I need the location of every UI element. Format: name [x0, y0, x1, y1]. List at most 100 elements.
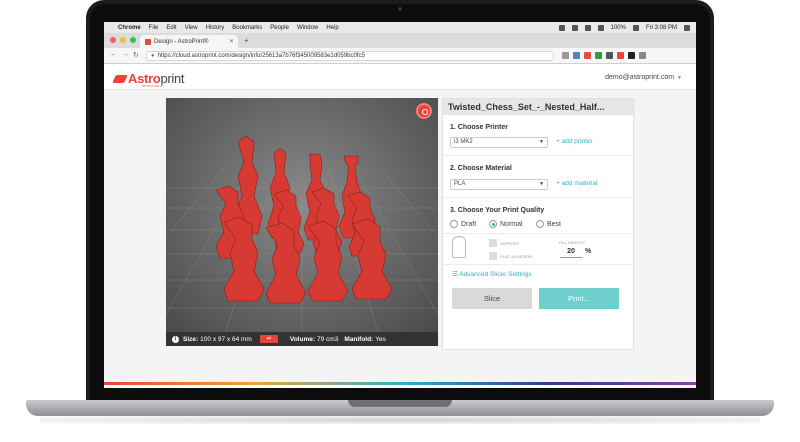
design-title: Twisted_Chess_Set_-_Nested_Half...	[443, 99, 635, 115]
menu-bookmarks[interactable]: Bookmarks	[232, 25, 262, 31]
advanced-settings-label: Advanced Slicer Settings	[459, 271, 532, 278]
minimize-window-icon[interactable]	[120, 37, 126, 43]
star-icon[interactable]	[562, 52, 569, 59]
laptop-notch	[348, 400, 452, 407]
volume-value: 79 cm3	[317, 335, 339, 343]
radio-draft[interactable]	[450, 220, 458, 228]
menu-edit[interactable]: Edit	[166, 25, 176, 31]
extension-icon[interactable]	[617, 52, 624, 59]
menu-icon[interactable]	[639, 52, 646, 59]
extension-icon[interactable]	[606, 52, 613, 59]
material-heading: 2. Choose Material	[450, 165, 512, 172]
forward-icon[interactable]: →	[122, 51, 129, 58]
astroprint-favicon-icon	[145, 38, 151, 45]
chevron-down-icon: ▼	[539, 139, 544, 145]
advanced-settings-link[interactable]: ☰ Advanced Slicer Settings	[452, 270, 532, 278]
print-button[interactable]: Print...	[539, 288, 619, 309]
menu-people[interactable]: People	[270, 25, 289, 31]
manifold-value: Yes	[375, 335, 386, 343]
new-tab-icon[interactable]: +	[244, 36, 249, 45]
dropbox-icon[interactable]	[571, 24, 578, 31]
size-value: 100 x 97 x 64 mm	[200, 335, 252, 343]
chess-pieces	[215, 135, 393, 304]
user-menu[interactable]: demo@astroprint.com ▼	[605, 74, 682, 81]
chess-pawn	[351, 218, 393, 300]
plat-adhesion-checkbox[interactable]	[489, 252, 497, 260]
chess-pawn	[265, 222, 307, 304]
model-info-bar: i Size: 100 x 97 x 64 mm ⇄ Volume: 79 cm…	[166, 332, 438, 346]
reload-icon[interactable]: ↻	[133, 51, 139, 59]
tab-strip: Design - AstroPrint® ✕ +	[104, 33, 696, 48]
logo-text-grey: print	[160, 71, 185, 86]
url-text: https://cloud.astroprint.com/design/info…	[157, 53, 365, 59]
plat-adhesion-toggle[interactable]: PLAT. ADHESION	[489, 252, 532, 260]
clock[interactable]: Fri 3:08 PM	[646, 25, 677, 31]
tab-design[interactable]: Design - AstroPrint® ✕	[140, 35, 238, 48]
extension-icon[interactable]	[628, 52, 635, 59]
url-field[interactable]: ● https://cloud.astroprint.com/design/in…	[146, 51, 554, 61]
back-icon[interactable]: ←	[110, 51, 117, 58]
manifold-label: Manifold:	[344, 335, 374, 343]
screen: Chrome File Edit View History Bookmarks …	[104, 22, 696, 388]
search-icon[interactable]	[684, 24, 690, 31]
menu-history[interactable]: History	[206, 25, 225, 31]
battery-percent: 100%	[610, 24, 626, 31]
footer-color-bar	[104, 382, 696, 385]
view-options-button[interactable]	[416, 103, 432, 119]
support-toggle[interactable]: SUPPORT	[489, 239, 519, 247]
quality-normal[interactable]: Normal	[489, 220, 523, 228]
scale-button[interactable]: ⇄	[259, 335, 278, 343]
window-controls	[110, 37, 136, 43]
volume-icon[interactable]	[597, 24, 604, 31]
address-bar: ← → ↻ ● https://cloud.astroprint.com/des…	[104, 48, 696, 64]
material-selected: PLA	[454, 181, 466, 187]
printer-select[interactable]: i3 MK2 ▼	[450, 137, 548, 148]
chevron-down-icon: ▼	[539, 181, 544, 187]
menu-file[interactable]: File	[149, 25, 159, 31]
support-checkbox[interactable]	[489, 239, 497, 247]
add-material-link[interactable]: + add material	[556, 180, 597, 187]
quality-normal-label: Normal	[500, 220, 523, 228]
menu-window[interactable]: Window	[297, 25, 318, 31]
model-viewer[interactable]	[166, 98, 438, 332]
viewer-canvas	[166, 135, 438, 332]
menubar-status: 100% Fri 3:08 PM	[558, 22, 690, 33]
menu-app-name[interactable]: Chrome	[118, 25, 141, 31]
fill-density-label: FILL DENSITY	[559, 240, 586, 245]
divider	[443, 155, 633, 156]
menu-view[interactable]: View	[185, 25, 198, 31]
add-printer-link[interactable]: + add printer	[556, 138, 593, 145]
info-icon[interactable]: i	[172, 335, 179, 343]
tab-close-icon[interactable]: ✕	[229, 38, 234, 45]
close-window-icon[interactable]	[110, 37, 116, 43]
build-plate-grid	[166, 167, 438, 332]
radio-best[interactable]	[536, 220, 544, 228]
extension-icon[interactable]	[573, 52, 580, 59]
battery-icon[interactable]	[632, 24, 639, 31]
quality-best[interactable]: Best	[536, 220, 561, 228]
add-material-label: add material	[561, 180, 598, 187]
mac-menubar: Chrome File Edit View History Bookmarks …	[104, 22, 696, 33]
tab-title: Design - AstroPrint®	[154, 38, 209, 45]
extension-icon[interactable]	[595, 52, 602, 59]
fill-density-input[interactable]: 20	[560, 248, 582, 258]
quality-draft[interactable]: Draft	[450, 220, 476, 228]
radio-normal[interactable]	[489, 220, 497, 228]
extension-icon[interactable]	[584, 52, 591, 59]
status-app-icon[interactable]	[558, 24, 565, 31]
maximize-window-icon[interactable]	[130, 37, 136, 43]
wifi-icon[interactable]	[584, 24, 591, 31]
material-select[interactable]: PLA ▼	[450, 179, 548, 190]
volume-label: Volume:	[289, 335, 316, 343]
user-email: demo@astroprint.com	[605, 74, 675, 81]
lock-icon: ●	[151, 53, 155, 59]
main-content: i Size: 100 x 97 x 64 mm ⇄ Volume: 79 cm…	[104, 90, 696, 382]
add-printer-label: add printer	[561, 138, 593, 145]
webcam	[398, 7, 402, 11]
slice-button[interactable]: Slice	[452, 288, 532, 309]
support-label: SUPPORT	[500, 240, 520, 246]
laptop-shadow	[40, 416, 760, 424]
divider	[443, 197, 633, 198]
quality-best-label: Best	[547, 220, 562, 228]
menu-help[interactable]: Help	[326, 25, 338, 31]
